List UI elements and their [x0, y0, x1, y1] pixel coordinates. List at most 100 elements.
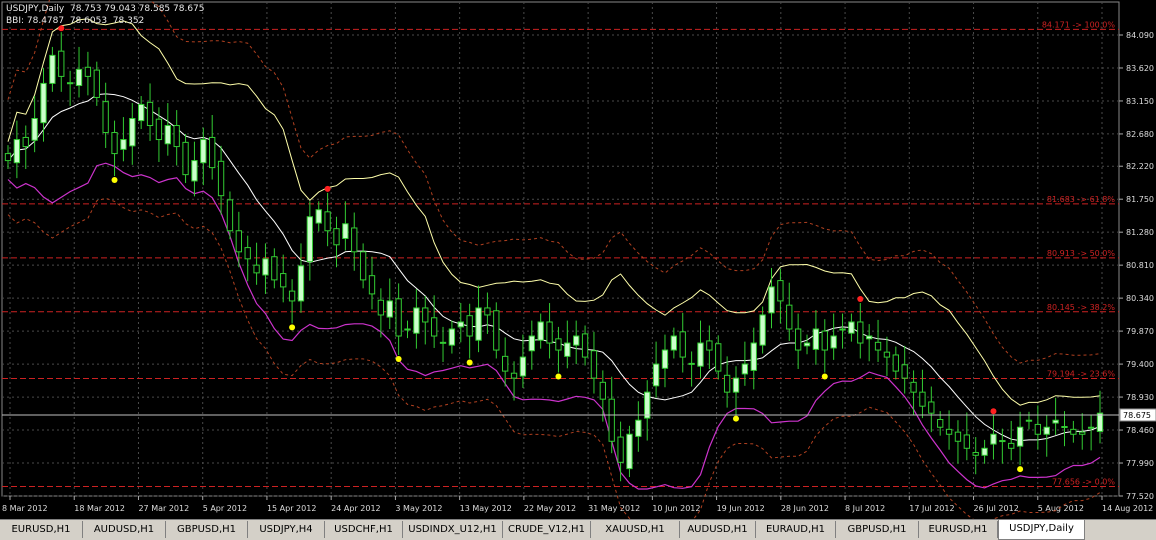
chart-tab-gbpusd-h1[interactable]: GBPUSD,H1: [836, 521, 919, 538]
chart-tab-eurusd-h1[interactable]: EURUSD,H1: [919, 521, 998, 538]
candle-body: [395, 298, 402, 337]
candle-body: [999, 440, 1006, 443]
candle-body: [502, 355, 509, 372]
candle-body: [475, 307, 482, 341]
candle-body: [351, 227, 358, 253]
date-tick-label: 22 May 2012: [524, 504, 576, 513]
chart-tab-audusd-h1[interactable]: AUDUSD,H1: [680, 521, 756, 538]
candle-body: [120, 139, 127, 150]
price-tick-label: 77.520: [1126, 492, 1154, 501]
date-tick-label: 14 Aug 2012: [1102, 504, 1153, 513]
candle-body: [191, 160, 198, 182]
date-tick-label: 28 Jun 2012: [781, 504, 829, 513]
candle-body: [892, 354, 899, 372]
symbol-info: USDJPY,Daily 78.753 79.043 78.585 78.675: [6, 4, 205, 14]
candle-body: [102, 101, 109, 134]
price-tick-label: 84.090: [1126, 31, 1154, 40]
candle-body: [981, 447, 988, 456]
candle-body: [262, 258, 269, 276]
chart-tab-audusd-h1[interactable]: AUDUSD,H1: [83, 521, 166, 538]
candle-body: [963, 434, 970, 449]
candle-body: [1070, 428, 1077, 435]
price-tick-label: 81.280: [1126, 228, 1154, 237]
price-tick-label: 78.460: [1126, 426, 1154, 435]
candle-body: [564, 342, 571, 357]
candle-body: [306, 216, 314, 263]
candle-body: [821, 330, 828, 351]
chart-tab-gbpusd-h1[interactable]: GBPUSD,H1: [166, 521, 248, 538]
date-tick-label: 27 Mar 2012: [138, 504, 189, 513]
candle-body: [129, 117, 136, 147]
candle-body: [777, 280, 784, 302]
candle-body: [58, 50, 65, 77]
candle-body: [910, 381, 917, 393]
candle-body: [457, 321, 464, 328]
price-tick-label: 82.680: [1126, 130, 1154, 139]
candle-body: [1096, 412, 1104, 432]
fib-level-label: 80.913 -> 50.0%: [1047, 249, 1115, 258]
candle-body: [919, 391, 926, 407]
candle-body: [280, 273, 287, 288]
candle-body: [679, 331, 686, 358]
candle-body: [1087, 426, 1095, 429]
price-tick-label: 83.150: [1126, 97, 1154, 106]
date-tick-label: 3 May 2012: [395, 504, 442, 513]
chart-tab-usdindx-u12-h1[interactable]: USDINDX_U12,H1: [403, 521, 503, 538]
outer-envelope-upper: [7, 0, 1101, 364]
chart-tab-usdchf-h1[interactable]: USDCHF,H1: [325, 521, 403, 538]
candle-body: [413, 307, 420, 334]
candle-body: [377, 299, 385, 316]
candle-body: [155, 118, 163, 141]
price-tick-label: 78.930: [1126, 393, 1154, 402]
candle-body: [111, 132, 118, 155]
signal-dot-red: [324, 185, 331, 192]
price-chart[interactable]: 84.090 83.620 83.150 82.680 82.220 81.750 81.2…: [0, 0, 1156, 519]
candle-body: [874, 341, 882, 351]
signal-dot-yellow: [289, 324, 296, 331]
candle-body: [866, 335, 873, 340]
candle-body: [75, 68, 83, 87]
date-tick-label: 10 Jun 2012: [652, 504, 700, 513]
candle-body: [1008, 442, 1015, 449]
chart-tab-usdjpy-h4[interactable]: USDJPY,H4: [248, 521, 325, 538]
signal-dot-yellow: [111, 177, 118, 184]
price-tick-label: 83.620: [1126, 64, 1154, 73]
chart-tab-euraud-h1[interactable]: EURAUD,H1: [756, 521, 836, 538]
candle-body: [519, 356, 527, 377]
price-tick-label: 82.220: [1126, 162, 1154, 171]
candle-body: [972, 451, 979, 456]
candle-body: [1034, 423, 1042, 435]
date-tick-label: 24 Apr 2012: [331, 504, 380, 513]
candle-body: [13, 139, 21, 164]
candle-body: [31, 117, 38, 141]
candle-body: [510, 372, 518, 379]
chart-tab-crude-v12-h1[interactable]: CRUDE_V12,H1: [503, 521, 591, 538]
signal-dot-yellow: [733, 415, 739, 422]
candle-body: [288, 290, 296, 302]
candle-body: [937, 419, 944, 428]
price-tick-label: 79.870: [1126, 327, 1154, 336]
candle-body: [342, 223, 349, 239]
chart-tab-eurusd-h1[interactable]: EURUSD,H1: [0, 521, 83, 538]
candle-body: [40, 82, 47, 124]
candle-body: [697, 342, 704, 367]
date-tick-label: 5 Aug 2012: [1038, 504, 1084, 513]
candle-body: [848, 321, 855, 334]
candle-body: [164, 125, 171, 145]
candle-body: [66, 82, 74, 85]
candle-body: [226, 199, 234, 232]
date-tick-label: 5 Apr 2012: [203, 504, 247, 513]
candle-body: [422, 307, 429, 323]
candle-body: [244, 247, 251, 260]
chart-tab-usdjpy-daily[interactable]: USDJPY,Daily: [998, 520, 1085, 540]
candle-body: [803, 342, 811, 347]
candle-body: [253, 264, 260, 274]
signal-dot-yellow: [1017, 466, 1024, 473]
candle-body: [786, 304, 793, 330]
chart-area[interactable]: 84.090 83.620 83.150 82.680 82.220 81.750 81.2…: [0, 0, 1156, 519]
fib-level-label: 81.683 -> 61.8%: [1047, 195, 1115, 204]
candle-body: [200, 139, 207, 164]
chart-tab-xauusd-h1[interactable]: XAUUSD,H1: [591, 521, 680, 538]
price-tick-label: 80.810: [1126, 261, 1154, 270]
outer-envelope-lower: [7, 197, 1101, 519]
